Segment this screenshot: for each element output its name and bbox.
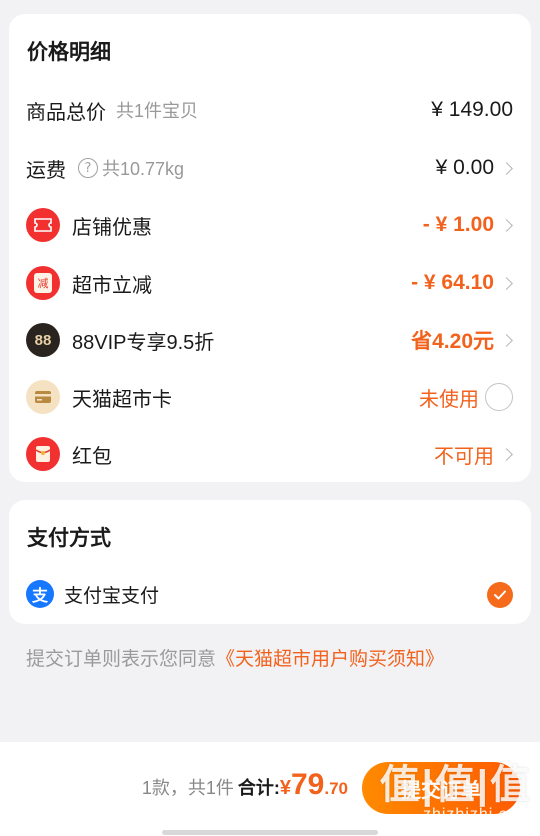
supermarket-discount-label: 超市立减	[72, 274, 152, 297]
shop-discount-amount: - ¥ 1.00	[422, 213, 494, 236]
agreement-text: 提交订单则表示您同意《天猫超市用户购买须知》	[26, 644, 444, 671]
shipping-label: 运费	[26, 159, 66, 182]
vip-row[interactable]: 88 88VIP专享9.5折 省4.20元	[9, 316, 531, 364]
price-detail-title: 价格明细	[27, 41, 111, 64]
shipping-row[interactable]: 运费 ? 共10.77kg ¥ 0.00	[9, 144, 531, 192]
agreement-prefix: 提交订单则表示您同意	[26, 649, 217, 670]
bottom-checkout-bar: 1款，共1件 合计: ¥ 79 .70 提交订单	[0, 742, 540, 836]
chevron-right-icon	[500, 218, 513, 232]
payment-card: 支付方式 支 支付宝支付	[9, 500, 531, 624]
submit-order-button[interactable]: 提交订单	[362, 762, 520, 814]
help-icon[interactable]: ?	[78, 158, 98, 178]
red-packet-row[interactable]: 红包 不可用	[9, 430, 531, 478]
selected-check-icon[interactable]	[487, 582, 513, 608]
tmall-card-label: 天猫超市卡	[72, 388, 172, 411]
goods-total-amount: ¥ 149.00	[431, 98, 513, 121]
total-label: 合计:	[237, 778, 280, 798]
alipay-option[interactable]: 支 支付宝支付	[26, 576, 159, 612]
shipping-weight: 共10.77kg	[102, 159, 185, 179]
chevron-right-icon	[500, 161, 513, 175]
order-summary: 1款，共1件 合计: ¥ 79 .70	[142, 768, 348, 802]
payment-title: 支付方式	[27, 527, 111, 550]
ticket-icon	[26, 208, 60, 242]
goods-total-row: 商品总价 共1件宝贝 ¥ 149.00	[9, 86, 531, 134]
vip-88-icon: 88	[26, 323, 60, 357]
red-packet-status: 不可用	[434, 445, 494, 468]
supermarket-discount-amount: - ¥ 64.10	[411, 271, 494, 294]
total-currency: ¥	[279, 777, 291, 799]
tmall-card-radio[interactable]	[485, 383, 513, 411]
shop-discount-row[interactable]: 店铺优惠 - ¥ 1.00	[9, 201, 531, 249]
shop-discount-label: 店铺优惠	[72, 216, 152, 239]
total-integer: 79	[290, 768, 325, 801]
agreement-link[interactable]: 《天猫超市用户购买须知》	[216, 649, 444, 670]
chevron-right-icon	[500, 447, 513, 461]
item-count: 1款，共1件	[141, 778, 234, 798]
chevron-right-icon	[500, 276, 513, 290]
red-packet-label: 红包	[72, 445, 112, 468]
price-detail-card: 价格明细 商品总价 共1件宝贝 ¥ 149.00 运费 ? 共10.77kg ¥…	[9, 14, 531, 482]
vip-label: 88VIP专享9.5折	[72, 331, 215, 354]
home-indicator[interactable]	[162, 830, 378, 835]
card-icon	[26, 380, 60, 414]
discount-badge-icon: 减	[26, 266, 60, 300]
chevron-right-icon	[500, 333, 513, 347]
alipay-icon: 支	[26, 580, 54, 608]
tmall-card-row[interactable]: 天猫超市卡 未使用	[9, 373, 531, 421]
goods-total-label: 商品总价	[26, 101, 106, 124]
goods-count: 共1件宝贝	[116, 101, 199, 121]
vip-saving-amount: 省4.20元	[411, 330, 494, 353]
total-decimal: .70	[324, 779, 348, 798]
supermarket-discount-row[interactable]: 减 超市立减 - ¥ 64.10	[9, 259, 531, 307]
alipay-label: 支付宝支付	[64, 585, 160, 607]
red-envelope-icon	[26, 437, 60, 471]
tmall-card-status: 未使用	[419, 388, 479, 411]
shipping-amount: ¥ 0.00	[435, 156, 494, 179]
